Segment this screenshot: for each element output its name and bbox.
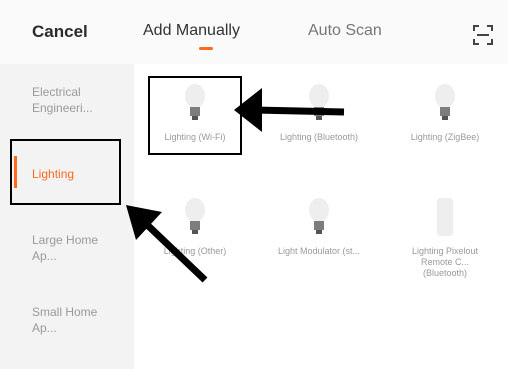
arrow-left-icon xyxy=(234,88,345,132)
annotation-arrows xyxy=(126,88,345,283)
arrow-up-left-icon xyxy=(126,205,208,283)
